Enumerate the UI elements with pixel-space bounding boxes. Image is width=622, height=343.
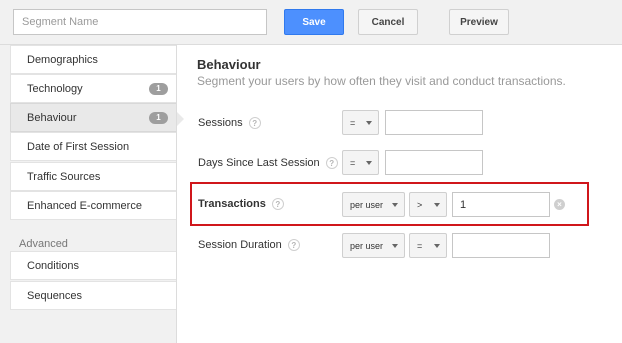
sidebar-item-label: Conditions bbox=[27, 259, 79, 272]
help-icon[interactable]: ? bbox=[271, 198, 284, 210]
cancel-button[interactable]: Cancel bbox=[358, 9, 418, 35]
session-duration-operator-select[interactable]: = bbox=[409, 233, 447, 258]
sidebar-item-label: Sequences bbox=[27, 289, 83, 302]
operator-value: > bbox=[417, 199, 423, 210]
days-since-last-session-operator-select[interactable]: = bbox=[342, 150, 379, 175]
days-since-last-session-label: Days Since Last Session ? bbox=[198, 157, 338, 169]
sidebar-item-label: Demographics bbox=[27, 53, 98, 66]
chevron-down-icon bbox=[366, 121, 372, 125]
sidebar-item-label: Technology bbox=[27, 82, 83, 95]
help-icon[interactable]: ? bbox=[325, 157, 338, 169]
help-icon[interactable]: ? bbox=[248, 117, 261, 129]
operator-value: = bbox=[350, 117, 356, 128]
filter-label-text: Days Since Last Session bbox=[198, 157, 320, 169]
segment-category-sidebar: Demographics Technology 1 Behaviour 1 Da… bbox=[0, 45, 184, 343]
sidebar-item-conditions[interactable]: Conditions bbox=[10, 251, 176, 280]
condition-count-badge: 1 bbox=[149, 82, 168, 95]
operator-value: = bbox=[417, 240, 423, 251]
days-since-last-session-value-input[interactable] bbox=[385, 150, 483, 175]
transactions-value-input[interactable]: 1 bbox=[452, 192, 550, 217]
scope-value: per user bbox=[350, 240, 384, 251]
operator-value: = bbox=[350, 157, 356, 168]
chevron-down-icon bbox=[392, 203, 398, 207]
session-duration-label: Session Duration ? bbox=[198, 239, 300, 251]
preview-button[interactable]: Preview bbox=[449, 9, 509, 35]
sidebar-item-label: Traffic Sources bbox=[27, 170, 101, 183]
chevron-down-icon bbox=[434, 203, 440, 207]
chevron-down-icon bbox=[434, 244, 440, 248]
sidebar-item-demographics[interactable]: Demographics bbox=[10, 45, 176, 74]
page-title: Behaviour bbox=[197, 57, 261, 72]
sidebar-item-date-of-first-session[interactable]: Date of First Session bbox=[10, 132, 176, 161]
help-icon[interactable]: ? bbox=[287, 239, 300, 251]
behaviour-panel: Behaviour Segment your users by how ofte… bbox=[178, 45, 622, 343]
sidebar-item-enhanced-ecommerce[interactable]: Enhanced E-commerce bbox=[10, 191, 176, 220]
sidebar-item-traffic-sources[interactable]: Traffic Sources bbox=[10, 162, 176, 191]
sidebar-item-behaviour[interactable]: Behaviour 1 bbox=[10, 103, 184, 132]
chevron-down-icon bbox=[366, 161, 372, 165]
transactions-label: Transactions ? bbox=[198, 198, 284, 210]
sidebar-item-sequences[interactable]: Sequences bbox=[10, 281, 176, 310]
clear-icon[interactable]: × bbox=[554, 199, 565, 210]
sessions-label: Sessions ? bbox=[198, 117, 261, 129]
transactions-operator-select[interactable]: > bbox=[409, 192, 447, 217]
condition-count-badge: 1 bbox=[149, 111, 168, 124]
sidebar-item-label: Behaviour bbox=[27, 111, 77, 124]
session-duration-scope-select[interactable]: per user bbox=[342, 233, 405, 258]
save-button[interactable]: Save bbox=[284, 9, 344, 35]
filter-label-text: Sessions bbox=[198, 117, 243, 129]
advanced-section-label: Advanced bbox=[19, 238, 68, 250]
segment-name-input[interactable] bbox=[13, 9, 267, 35]
sessions-operator-select[interactable]: = bbox=[342, 110, 379, 135]
page-description: Segment your users by how often they vis… bbox=[197, 74, 566, 88]
sidebar-item-technology[interactable]: Technology 1 bbox=[10, 74, 176, 103]
scope-value: per user bbox=[350, 199, 384, 210]
chevron-down-icon bbox=[392, 244, 398, 248]
filter-label-text: Transactions bbox=[198, 198, 266, 210]
session-duration-value-input[interactable] bbox=[452, 233, 550, 258]
segment-toolbar: Save Cancel Preview bbox=[0, 0, 622, 45]
sidebar-item-label: Date of First Session bbox=[27, 140, 130, 153]
transactions-scope-select[interactable]: per user bbox=[342, 192, 405, 217]
sessions-value-input[interactable] bbox=[385, 110, 483, 135]
sidebar-item-label: Enhanced E-commerce bbox=[27, 199, 142, 212]
filter-label-text: Session Duration bbox=[198, 239, 282, 251]
